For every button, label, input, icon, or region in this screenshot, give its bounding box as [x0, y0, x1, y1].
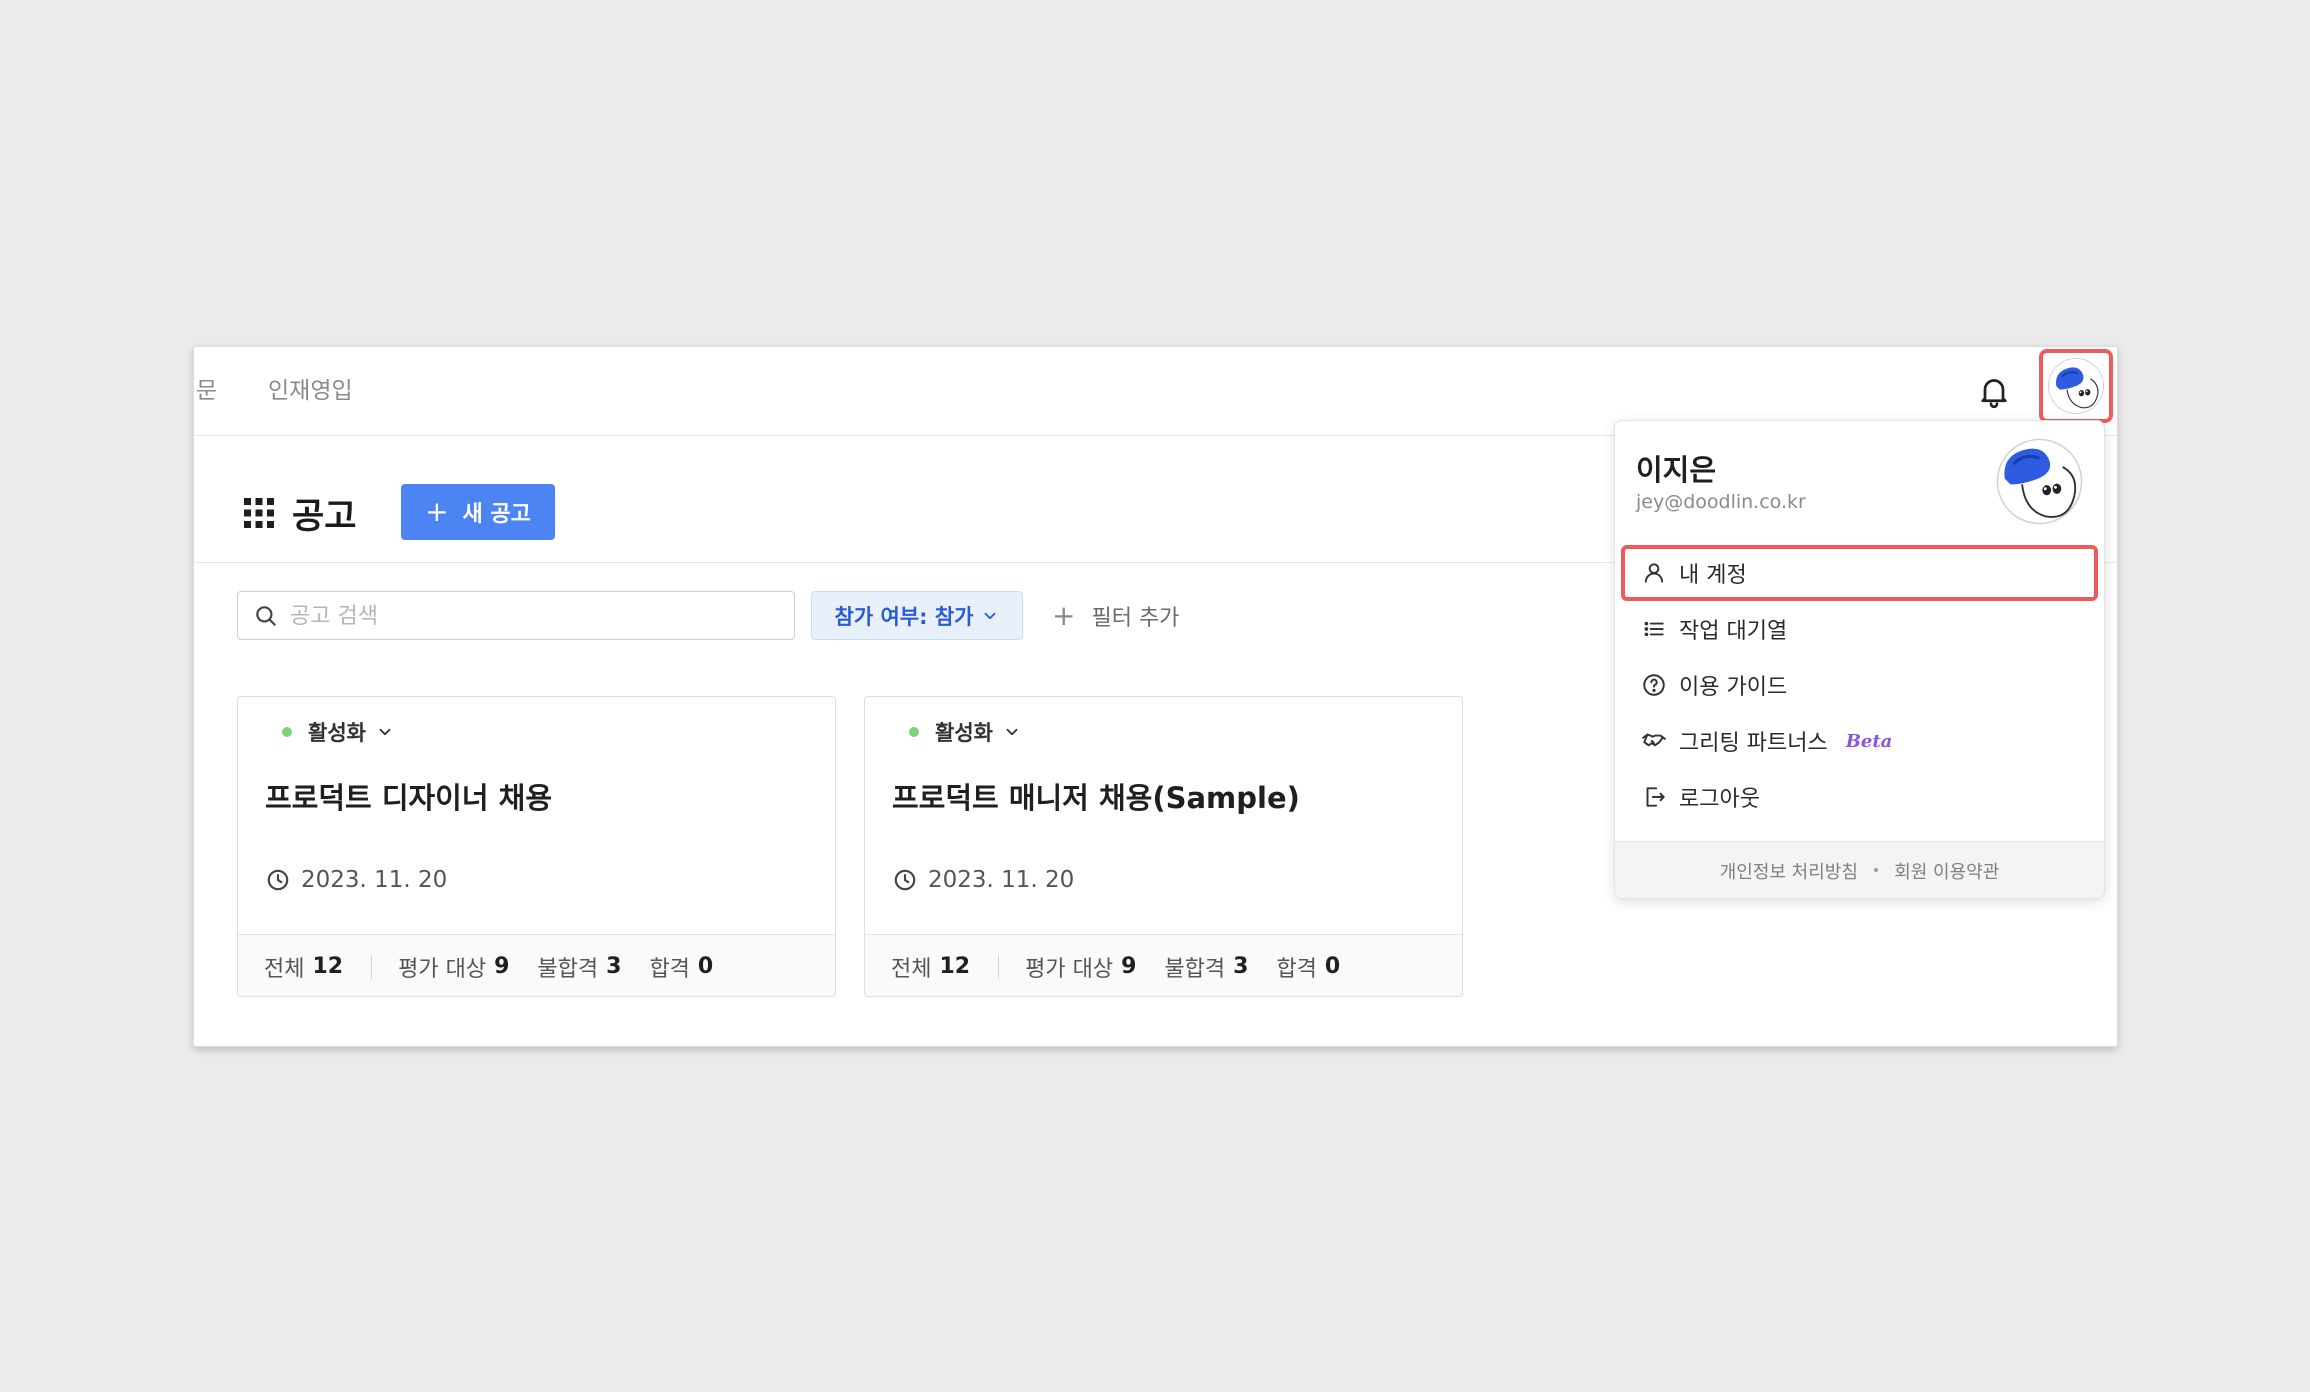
clock-icon [267, 869, 289, 891]
posting-date-value: 2023. 11. 20 [928, 867, 1075, 893]
nav-item-partial[interactable]: 문 [196, 371, 217, 411]
grid-menu-icon[interactable] [244, 498, 274, 528]
active-status-dot [282, 727, 292, 737]
separator-dot: • [1871, 863, 1881, 879]
stat-evaluation-value: 9 [494, 954, 510, 979]
stat-evaluation[interactable]: 평가 대상 9 [1025, 951, 1136, 983]
menu-item-guide[interactable]: 이용 가이드 [1621, 657, 2098, 713]
participation-filter-chip[interactable]: 참가 여부: 참가 [811, 591, 1023, 640]
posting-date-value: 2023. 11. 20 [301, 867, 448, 893]
bell-icon[interactable] [1976, 373, 2012, 409]
stat-total-label: 전체 [264, 956, 305, 982]
stat-evaluation-value: 9 [1121, 954, 1137, 979]
stat-rejected-value: 3 [606, 954, 622, 979]
list-icon [1644, 621, 1664, 637]
chevron-down-icon [1006, 728, 1018, 736]
active-status-dot [909, 727, 919, 737]
new-posting-label: 새 공고 [462, 502, 531, 527]
job-posting-card[interactable]: 활성화 프로덕트 디자이너 채용 2023. 11. 20 전체 12 평가 대상… [237, 696, 836, 997]
stat-rejected[interactable]: 불합격 3 [537, 951, 621, 983]
stat-passed-value: 0 [697, 954, 714, 979]
avatar-illustration-icon [1996, 438, 2083, 525]
new-posting-button[interactable]: + 새 공고 [401, 484, 555, 540]
logout-icon [1646, 787, 1665, 807]
stat-rejected-value: 3 [1233, 954, 1249, 979]
profile-menu: 이지은 jey@doodlin.co.kr 내 계정 작업 대기열 이용 가이드… [1614, 420, 2105, 899]
stat-total[interactable]: 전체 12 [264, 951, 343, 983]
stat-total[interactable]: 전체 12 [891, 951, 970, 983]
stat-passed-label: 합격 [1276, 956, 1317, 982]
posting-title[interactable]: 프로덕트 디자이너 채용 [265, 775, 552, 817]
nav-item-recruiting[interactable]: 인재영입 [268, 371, 353, 411]
status-dropdown[interactable]: 활성화 [909, 717, 1021, 747]
status-label: 활성화 [308, 721, 366, 745]
divider [371, 954, 373, 979]
menu-item-label: 작업 대기열 [1679, 619, 1788, 644]
avatar [2048, 358, 2104, 414]
stat-evaluation-label: 평가 대상 [1025, 956, 1114, 982]
divider [998, 954, 1000, 979]
stat-passed[interactable]: 합격 0 [649, 951, 713, 983]
stat-passed[interactable]: 합격 0 [1276, 951, 1340, 983]
privacy-policy-link[interactable]: 개인정보 처리방침 [1720, 858, 1858, 884]
participation-filter-label: 참가 여부: 참가 [834, 604, 974, 629]
help-circle-icon [1643, 674, 1665, 696]
posting-title[interactable]: 프로덕트 매니저 채용(Sample) [892, 775, 1300, 817]
profile-name: 이지은 [1636, 453, 1717, 487]
profile-menu-footer: 개인정보 처리방침 • 회원 이용약관 [1615, 841, 2104, 898]
menu-item-my-account[interactable]: 내 계정 [1621, 545, 2098, 601]
posting-date: 2023. 11. 20 [265, 867, 447, 893]
status-label: 활성화 [935, 721, 993, 745]
posting-date: 2023. 11. 20 [892, 867, 1074, 893]
posting-stats: 전체 12 평가 대상 9 불합격 3 합격 0 [865, 934, 1462, 996]
search-input[interactable] [288, 598, 778, 634]
beta-badge: Beta [1845, 730, 1893, 752]
stat-rejected-label: 불합격 [537, 956, 599, 982]
job-posting-card[interactable]: 활성화 프로덕트 매니저 채용(Sample) 2023. 11. 20 전체 1… [864, 696, 1463, 997]
menu-item-label: 그리팅 파트너스 [1679, 731, 1828, 756]
profile-avatar-button[interactable] [2039, 349, 2113, 423]
stat-rejected-label: 불합격 [1164, 956, 1226, 982]
stat-rejected[interactable]: 불합격 3 [1164, 951, 1248, 983]
terms-link[interactable]: 회원 이용약관 [1894, 858, 1999, 884]
stat-passed-value: 0 [1324, 954, 1341, 979]
menu-item-label: 로그아웃 [1679, 787, 1760, 812]
handshake-icon [1642, 733, 1666, 747]
menu-item-task-queue[interactable]: 작업 대기열 [1621, 601, 2098, 657]
page-title: 공고 [292, 497, 357, 537]
chevron-down-icon [379, 728, 391, 736]
search-field[interactable] [237, 591, 795, 640]
plus-icon: + [1052, 599, 1076, 632]
stat-total-label: 전체 [891, 956, 932, 982]
clock-icon [894, 869, 916, 891]
profile-avatar [1996, 438, 2083, 525]
add-filter-button[interactable]: + 필터 추가 [1052, 599, 1179, 633]
profile-email: jey@doodlin.co.kr [1636, 491, 1806, 513]
app-window: 문 인재영입 공고 + 새 공고 공고 검색 참가 여부: 참가 + 필터 추가… [193, 346, 2118, 1047]
stat-passed-label: 합격 [649, 956, 690, 982]
menu-item-label: 이용 가이드 [1679, 675, 1788, 700]
menu-item-logout[interactable]: 로그아웃 [1621, 769, 2098, 825]
add-filter-label: 필터 추가 [1091, 606, 1180, 631]
status-dropdown[interactable]: 활성화 [282, 717, 394, 747]
menu-item-label: 내 계정 [1679, 563, 1747, 588]
avatar-illustration-icon [2049, 359, 2103, 413]
plus-icon: + [425, 495, 449, 528]
search-icon [256, 606, 276, 626]
stat-evaluation-label: 평가 대상 [398, 956, 487, 982]
stat-evaluation[interactable]: 평가 대상 9 [398, 951, 509, 983]
menu-item-partners[interactable]: 그리팅 파트너스 Beta [1621, 713, 2098, 769]
posting-stats: 전체 12 평가 대상 9 불합격 3 합격 0 [238, 934, 835, 996]
chevron-down-icon [985, 612, 996, 619]
stat-total-value: 12 [312, 954, 344, 979]
user-icon [1644, 563, 1664, 583]
stat-total-value: 12 [939, 954, 971, 979]
